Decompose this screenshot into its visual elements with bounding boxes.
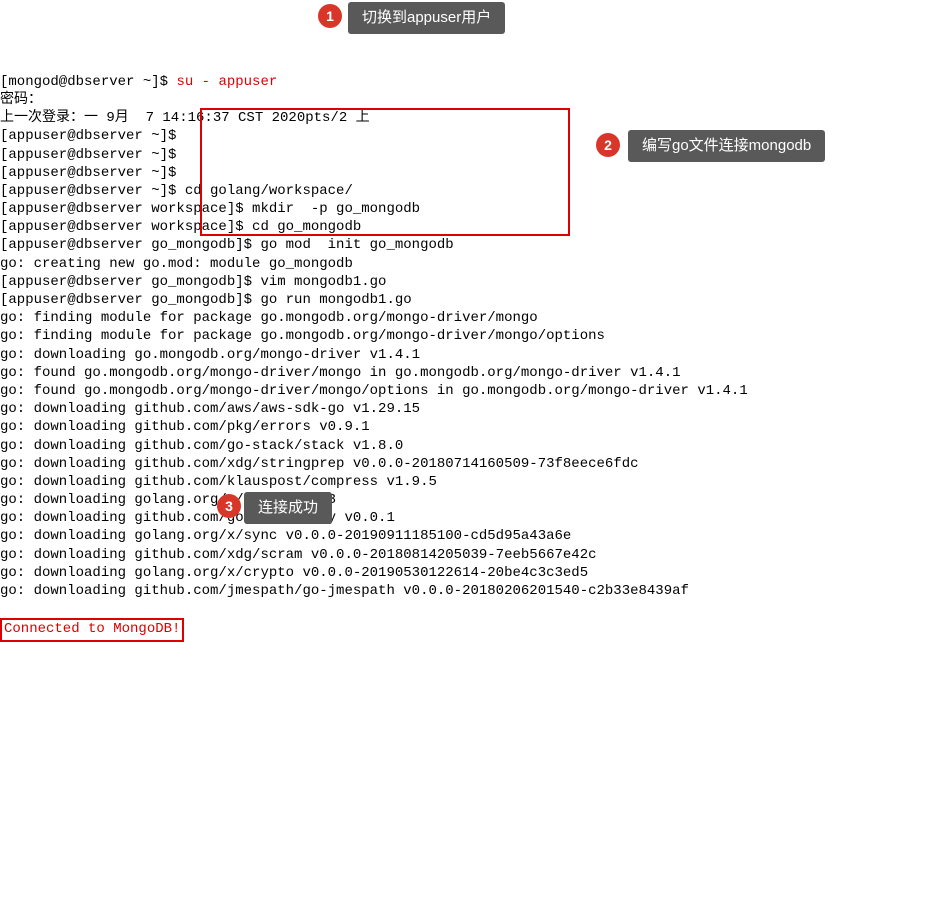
terminal-line: go: found go.mongodb.org/mongo-driver/mo… xyxy=(0,364,943,382)
terminal-line: go: downloading go.mongodb.org/mongo-dri… xyxy=(0,346,943,364)
terminal-line: [appuser@dbserver ~]$ xyxy=(0,164,943,182)
terminal-line: go: downloading github.com/klauspost/com… xyxy=(0,473,943,491)
terminal-line: go: finding module for package go.mongod… xyxy=(0,327,943,345)
terminal-line: go: creating new go.mod: module go_mongo… xyxy=(0,255,943,273)
badge-2: 2 xyxy=(596,133,620,157)
terminal-line: go: downloading golang.org/x/sync v0.0.0… xyxy=(0,527,943,545)
terminal-line: go: downloading github.com/xdg/scram v0.… xyxy=(0,546,943,564)
connection-result: Connected to MongoDB! xyxy=(0,618,184,641)
terminal-line: [appuser@dbserver go_mongodb]$ vim mongo… xyxy=(0,273,943,291)
terminal-line: 上一次登录：一 9月 7 14:16:37 CST 2020pts/2 上 xyxy=(0,109,943,127)
terminal-line: go: downloading github.com/xdg/stringpre… xyxy=(0,455,943,473)
terminal-line: [appuser@dbserver go_mongodb]$ go mod in… xyxy=(0,236,943,254)
terminal-line: [appuser@dbserver workspace]$ cd go_mong… xyxy=(0,218,943,236)
badge-1: 1 xyxy=(318,4,342,28)
terminal-line: go: downloading github.com/pkg/errors v0… xyxy=(0,418,943,436)
callout-3: 连接成功 xyxy=(244,492,332,524)
terminal-line: go: downloading github.com/jmespath/go-j… xyxy=(0,582,943,600)
terminal-line: go: downloading golang.org/x/text v0.3.3 xyxy=(0,491,943,509)
terminal-line: go: downloading golang.org/x/crypto v0.0… xyxy=(0,564,943,582)
terminal-line: go: downloading github.com/aws/aws-sdk-g… xyxy=(0,400,943,418)
terminal-line: [mongod@dbserver ~]$ su - appuser xyxy=(0,73,943,91)
terminal-line: [appuser@dbserver workspace]$ mkdir -p g… xyxy=(0,200,943,218)
terminal-line: 密码： xyxy=(0,91,943,109)
terminal-line: go: downloading github.com/golang/snappy… xyxy=(0,509,943,527)
terminal-line: [appuser@dbserver ~]$ cd golang/workspac… xyxy=(0,182,943,200)
terminal-line: go: downloading github.com/go-stack/stac… xyxy=(0,437,943,455)
terminal-line: [appuser@dbserver go_mongodb]$ go run mo… xyxy=(0,291,943,309)
callout-2: 编写go文件连接mongodb xyxy=(628,130,825,162)
badge-3: 3 xyxy=(217,494,241,518)
callout-1: 切换到appuser用户 xyxy=(348,2,505,34)
terminal-line: go: found go.mongodb.org/mongo-driver/mo… xyxy=(0,382,943,400)
terminal-line: go: finding module for package go.mongod… xyxy=(0,309,943,327)
